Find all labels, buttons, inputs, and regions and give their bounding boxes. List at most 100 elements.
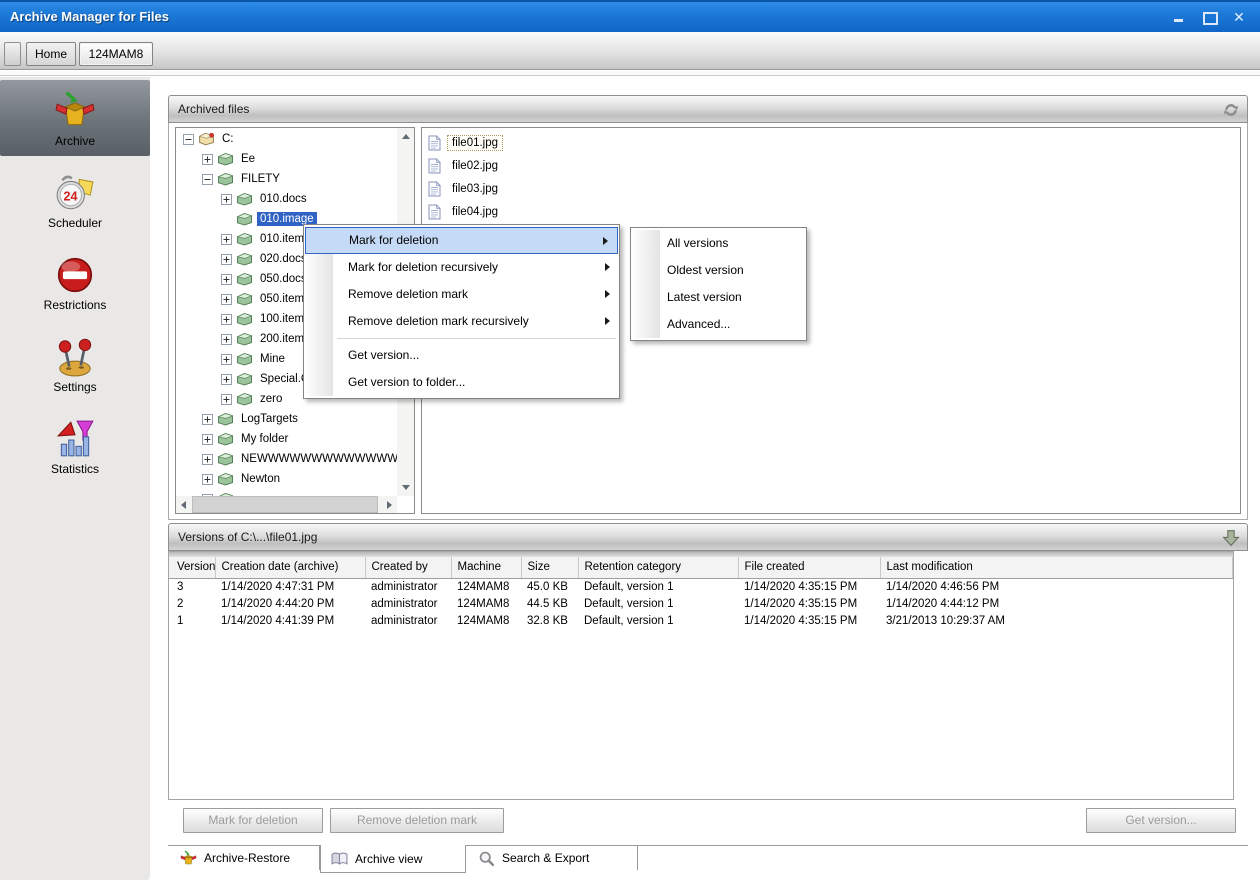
tree-item-label[interactable]: FILETY xyxy=(238,172,283,186)
expand-plus-icon[interactable] xyxy=(221,334,232,345)
folder-icon xyxy=(236,292,253,306)
expand-plus-icon[interactable] xyxy=(221,314,232,325)
versions-panel: Versions of C:\...\file01.jpg VersionCre… xyxy=(168,523,1248,800)
tree-item-ee[interactable]: Ee xyxy=(176,149,397,169)
expand-plus-icon[interactable] xyxy=(202,414,213,425)
file-item-label[interactable]: file01.jpg xyxy=(447,135,503,151)
sidebar-item-scheduler[interactable]: 24Scheduler xyxy=(0,162,150,238)
versions-header: Versions of C:\...\file01.jpg xyxy=(168,523,1248,551)
expand-plus-icon[interactable] xyxy=(221,234,232,245)
scroll-left-icon[interactable] xyxy=(181,501,186,509)
scroll-up-icon[interactable] xyxy=(402,134,410,139)
tab-124mam8[interactable]: 124MAM8 xyxy=(79,42,153,66)
expand-plus-icon[interactable] xyxy=(221,194,232,205)
sidebar-item-restrictions[interactable]: Restrictions xyxy=(0,244,150,320)
menu-item-get-version-to-folder-[interactable]: Get version to folder... xyxy=(304,369,619,396)
expand-plus-icon[interactable] xyxy=(202,434,213,445)
version-cell: 1/14/2020 4:47:31 PM xyxy=(215,578,365,595)
menu-item-mark-for-deletion[interactable]: Mark for deletion xyxy=(305,227,618,254)
sidebar-item-settings[interactable]: Settings xyxy=(0,326,150,402)
file-item-label[interactable]: file03.jpg xyxy=(447,181,503,197)
bottom-tab-archive-view[interactable]: Archive view xyxy=(320,845,466,873)
submenu-item-all-versions[interactable]: All versions xyxy=(631,230,806,257)
expand-plus-icon[interactable] xyxy=(221,394,232,405)
minimize-icon[interactable] xyxy=(1172,10,1186,24)
collapse-minus-icon[interactable] xyxy=(183,134,194,145)
tree-item-label[interactable]: 050.docs xyxy=(257,272,310,286)
expand-plus-icon[interactable] xyxy=(221,354,232,365)
tree-item-label[interactable]: Mine xyxy=(257,352,288,366)
column-header-machine[interactable]: Machine xyxy=(451,557,521,578)
column-header-size[interactable]: Size xyxy=(521,557,578,578)
tree-item-label[interactable]: Newton xyxy=(238,472,283,486)
sidebar-item-statistics[interactable]: Statistics xyxy=(0,408,150,484)
column-header-created-by[interactable]: Created by xyxy=(365,557,451,578)
expand-plus-icon[interactable] xyxy=(221,294,232,305)
tree-item-label[interactable]: 020.docs xyxy=(257,252,310,266)
file-item-file01-jpg[interactable]: file01.jpg xyxy=(422,131,1240,154)
menu-item-remove-deletion-mark[interactable]: Remove deletion mark xyxy=(304,281,619,308)
expand-plus-icon[interactable] xyxy=(221,274,232,285)
expand-plus-icon[interactable] xyxy=(221,254,232,265)
tree-horizontal-scrollbar[interactable] xyxy=(176,496,397,513)
column-header-last-modification[interactable]: Last modification xyxy=(880,557,1233,578)
version-row[interactable]: 31/14/2020 4:47:31 PMadministrator124MAM… xyxy=(169,578,1233,595)
tree-item-my-folder[interactable]: My folder xyxy=(176,429,397,449)
version-row[interactable]: 11/14/2020 4:41:39 PMadministrator124MAM… xyxy=(169,612,1233,629)
tree-item-label[interactable]: LogTargets xyxy=(238,412,301,426)
download-arrow-icon[interactable] xyxy=(1222,529,1240,547)
close-icon[interactable]: ✕ xyxy=(1232,10,1246,24)
bottom-tab-archive-restore[interactable]: Archive-Restore xyxy=(170,846,320,870)
tree-item-label[interactable]: NEWWWWWWWWWWWWW xyxy=(238,452,397,466)
file-item-file03-jpg[interactable]: file03.jpg xyxy=(422,177,1240,200)
tree-item-label[interactable]: Ee xyxy=(238,152,258,166)
folder-icon xyxy=(217,172,234,186)
tree-item[interactable] xyxy=(176,489,397,496)
scrollbar-thumb[interactable] xyxy=(192,496,378,513)
get-version-button[interactable]: Get version... xyxy=(1086,808,1236,833)
submenu-item-latest-version[interactable]: Latest version xyxy=(631,284,806,311)
tree-item-newwwwwwwwwwwww[interactable]: NEWWWWWWWWWWWWW xyxy=(176,449,397,469)
file-item-file02-jpg[interactable]: file02.jpg xyxy=(422,154,1240,177)
expand-plus-icon[interactable] xyxy=(202,154,213,165)
sidebar-item-label: Archive xyxy=(55,134,95,148)
expand-plus-icon[interactable] xyxy=(221,374,232,385)
submenu-item-advanced-[interactable]: Advanced... xyxy=(631,311,806,338)
file-item-file04-jpg[interactable]: file04.jpg xyxy=(422,200,1240,223)
column-header-version[interactable]: Version xyxy=(169,557,215,578)
scroll-down-icon[interactable] xyxy=(402,485,410,490)
tree-item-010-docs[interactable]: 010.docs xyxy=(176,189,397,209)
remove-deletion-mark-button[interactable]: Remove deletion mark xyxy=(330,808,504,833)
maximize-icon[interactable] xyxy=(1202,10,1216,24)
tree-item-c-[interactable]: C: xyxy=(176,129,397,149)
mark-for-deletion-button[interactable]: Mark for deletion xyxy=(183,808,323,833)
expand-plus-icon[interactable] xyxy=(202,454,213,465)
expand-plus-icon[interactable] xyxy=(202,474,213,485)
collapse-minus-icon[interactable] xyxy=(202,174,213,185)
tree-item-newton[interactable]: Newton xyxy=(176,469,397,489)
sidebar: Archive 24SchedulerRestrictionsSettingsSt… xyxy=(0,77,150,880)
submenu-arrow-icon xyxy=(605,317,610,325)
file-item-label[interactable]: file04.jpg xyxy=(447,204,503,220)
submenu-item-oldest-version[interactable]: Oldest version xyxy=(631,257,806,284)
file-item-label[interactable]: file02.jpg xyxy=(447,158,503,174)
tree-item-label[interactable]: My folder xyxy=(238,432,291,446)
scroll-right-icon[interactable] xyxy=(387,501,392,509)
version-row[interactable]: 21/14/2020 4:44:20 PMadministrator124MAM… xyxy=(169,595,1233,612)
sidebar-item-archive[interactable]: Archive xyxy=(0,80,150,156)
submenu-arrow-icon xyxy=(605,290,610,298)
column-header-creation-date-archive-[interactable]: Creation date (archive) xyxy=(215,557,365,578)
column-header-retention-category[interactable]: Retention category xyxy=(578,557,738,578)
refresh-icon[interactable] xyxy=(1222,101,1240,119)
tree-item-filety[interactable]: FILETY xyxy=(176,169,397,189)
menu-item-get-version-[interactable]: Get version... xyxy=(304,342,619,369)
tree-item-logtargets[interactable]: LogTargets xyxy=(176,409,397,429)
tree-item-label[interactable]: zero xyxy=(257,392,285,406)
tree-item-label[interactable]: 010.docs xyxy=(257,192,310,206)
menu-item-remove-deletion-mark-recursively[interactable]: Remove deletion mark recursively xyxy=(304,308,619,335)
tab-home[interactable]: Home xyxy=(26,42,76,66)
column-header-file-created[interactable]: File created xyxy=(738,557,880,578)
bottom-tab-search-export[interactable]: Search & Export xyxy=(468,846,638,870)
menu-item-mark-for-deletion-recursively[interactable]: Mark for deletion recursively xyxy=(304,254,619,281)
tree-item-label[interactable]: C: xyxy=(219,132,237,146)
